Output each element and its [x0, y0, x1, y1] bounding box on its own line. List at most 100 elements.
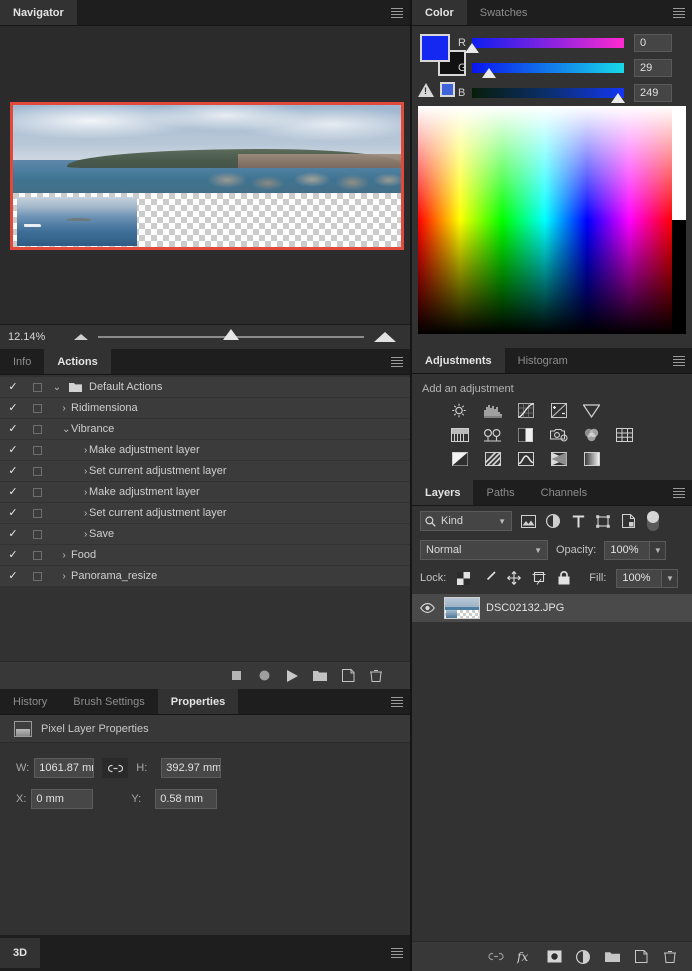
action-modal-toggle[interactable]	[26, 508, 48, 518]
action-row-set-current-adjustment-layer-1[interactable]: ✓ › Set current adjustment layer	[0, 461, 410, 481]
layer-style-fx-icon[interactable]: fx	[517, 949, 533, 965]
tab-info[interactable]: Info	[0, 349, 45, 374]
tab-layers[interactable]: Layers	[412, 480, 474, 505]
lock-image-brush-icon[interactable]	[481, 571, 496, 586]
zoom-in-mountain-icon[interactable]	[374, 332, 396, 342]
tab-history[interactable]: History	[0, 689, 61, 714]
tab-3d[interactable]: 3D	[0, 938, 41, 968]
action-row-vibrance[interactable]: ✓ ⌄ Vibrance	[0, 419, 410, 439]
tab-channels[interactable]: Channels	[527, 480, 601, 505]
new-group-folder-icon[interactable]	[604, 949, 620, 965]
green-slider-track[interactable]	[472, 63, 624, 78]
layer-mask-icon[interactable]	[546, 949, 562, 965]
tab-swatches[interactable]: Swatches	[466, 0, 541, 25]
action-toggle-check[interactable]: ✓	[0, 486, 26, 498]
blue-slider-track[interactable]	[472, 88, 625, 103]
out-of-gamut-warning-icon[interactable]	[418, 82, 434, 97]
green-value-input[interactable]: 29	[634, 59, 672, 77]
chevron-right-icon[interactable]: ›	[48, 571, 66, 582]
chevron-down-icon[interactable]: ▼	[498, 517, 506, 526]
websafe-color-swatch[interactable]	[440, 82, 455, 97]
chevron-down-icon[interactable]: ▼	[534, 546, 542, 555]
green-slider-handle[interactable]	[482, 68, 496, 78]
channel-mixer-icon[interactable]	[582, 426, 601, 443]
tab-paths[interactable]: Paths	[473, 480, 528, 505]
action-toggle-check[interactable]: ✓	[0, 402, 26, 414]
filter-toggle-switch[interactable]	[647, 511, 659, 531]
action-modal-toggle[interactable]	[26, 382, 48, 392]
chevron-right-icon[interactable]: ›	[48, 550, 66, 561]
tab-adjustments[interactable]: Adjustments	[412, 348, 505, 373]
chevron-right-icon[interactable]: ›	[48, 445, 87, 456]
brightness-contrast-icon[interactable]	[450, 402, 469, 419]
new-set-folder-icon[interactable]	[312, 668, 328, 684]
filter-pixel-icon[interactable]	[520, 514, 536, 529]
color-lookup-icon[interactable]	[615, 426, 634, 443]
threshold-icon[interactable]	[516, 450, 535, 467]
lock-position-move-icon[interactable]	[506, 571, 521, 586]
zoom-slider-track[interactable]	[98, 329, 364, 340]
action-toggle-check[interactable]: ✓	[0, 549, 26, 561]
foreground-color-swatch[interactable]	[420, 34, 450, 62]
filter-type-icon[interactable]	[570, 514, 586, 529]
navigator-thumbnail[interactable]	[10, 102, 404, 250]
y-input[interactable]: 0.58 mm	[155, 789, 218, 809]
lock-transparency-icon[interactable]	[456, 571, 471, 586]
stop-icon[interactable]	[228, 668, 244, 684]
play-icon[interactable]	[284, 668, 300, 684]
action-row-make-adjustment-layer-2[interactable]: ✓ › Make adjustment layer	[0, 482, 410, 502]
opacity-stepper[interactable]: ▼	[650, 540, 667, 560]
action-modal-toggle[interactable]	[26, 487, 48, 497]
action-modal-toggle[interactable]	[26, 550, 48, 560]
chevron-right-icon[interactable]: ›	[48, 487, 87, 498]
width-input[interactable]: 1061.87 mm	[34, 758, 95, 778]
link-layers-icon[interactable]	[488, 949, 504, 965]
tab-properties[interactable]: Properties	[157, 689, 239, 714]
action-row-food[interactable]: ✓ › Food	[0, 545, 410, 565]
action-row-ridimensiona[interactable]: ✓ › Ridimensiona	[0, 398, 410, 418]
action-modal-toggle[interactable]	[26, 445, 48, 455]
red-slider-track[interactable]	[465, 38, 624, 53]
hamburger-menu-icon[interactable]	[388, 349, 410, 374]
fill-stepper[interactable]: ▼	[662, 568, 679, 588]
zoom-out-mountain-icon[interactable]	[74, 334, 88, 340]
chevron-right-icon[interactable]: ›	[48, 403, 66, 414]
white-black-strip[interactable]	[672, 106, 686, 334]
layer-row[interactable]: DSC02132.JPG	[412, 594, 692, 622]
filter-smart-object-icon[interactable]	[620, 514, 636, 529]
action-modal-toggle[interactable]	[26, 529, 48, 539]
opacity-input[interactable]: 100%	[604, 540, 651, 560]
chevron-right-icon[interactable]: ›	[48, 466, 87, 477]
lock-all-icon[interactable]	[556, 571, 571, 586]
action-row-default-actions[interactable]: ✓ ⌄ Default Actions	[0, 377, 410, 397]
delete-layer-trash-icon[interactable]	[662, 949, 678, 965]
filter-shape-icon[interactable]	[595, 514, 611, 529]
layer-name[interactable]: DSC02132.JPG	[486, 602, 564, 614]
black-and-white-icon[interactable]	[516, 426, 535, 443]
new-action-icon[interactable]	[340, 668, 356, 684]
zoom-slider-handle[interactable]	[223, 329, 240, 340]
photo-filter-icon[interactable]	[549, 426, 568, 443]
action-toggle-check[interactable]: ✓	[0, 444, 26, 456]
record-icon[interactable]	[256, 668, 272, 684]
lock-artboard-icon[interactable]	[531, 571, 546, 586]
action-modal-toggle[interactable]	[26, 403, 48, 413]
action-toggle-check[interactable]: ✓	[0, 570, 26, 582]
blend-mode-select[interactable]: Normal ▼	[420, 540, 548, 560]
vibrance-icon[interactable]	[582, 402, 601, 419]
blue-slider-handle[interactable]	[611, 93, 625, 103]
hamburger-menu-icon[interactable]	[388, 948, 410, 958]
action-row-save[interactable]: ✓ › Save	[0, 524, 410, 544]
action-modal-toggle[interactable]	[26, 424, 48, 434]
action-row-set-current-adjustment-layer-2[interactable]: ✓ › Set current adjustment layer	[0, 503, 410, 523]
color-spectrum-ramp[interactable]	[418, 106, 686, 334]
action-toggle-check[interactable]: ✓	[0, 465, 26, 477]
filter-adjustment-icon[interactable]	[545, 514, 561, 529]
fill-input[interactable]: 100%	[616, 568, 663, 588]
tab-navigator[interactable]: Navigator	[0, 0, 77, 25]
action-toggle-check[interactable]: ✓	[0, 528, 26, 540]
layer-thumbnail[interactable]	[444, 597, 480, 619]
action-modal-toggle[interactable]	[26, 466, 48, 476]
invert-icon[interactable]	[450, 450, 469, 467]
tab-brush-settings[interactable]: Brush Settings	[60, 689, 158, 714]
